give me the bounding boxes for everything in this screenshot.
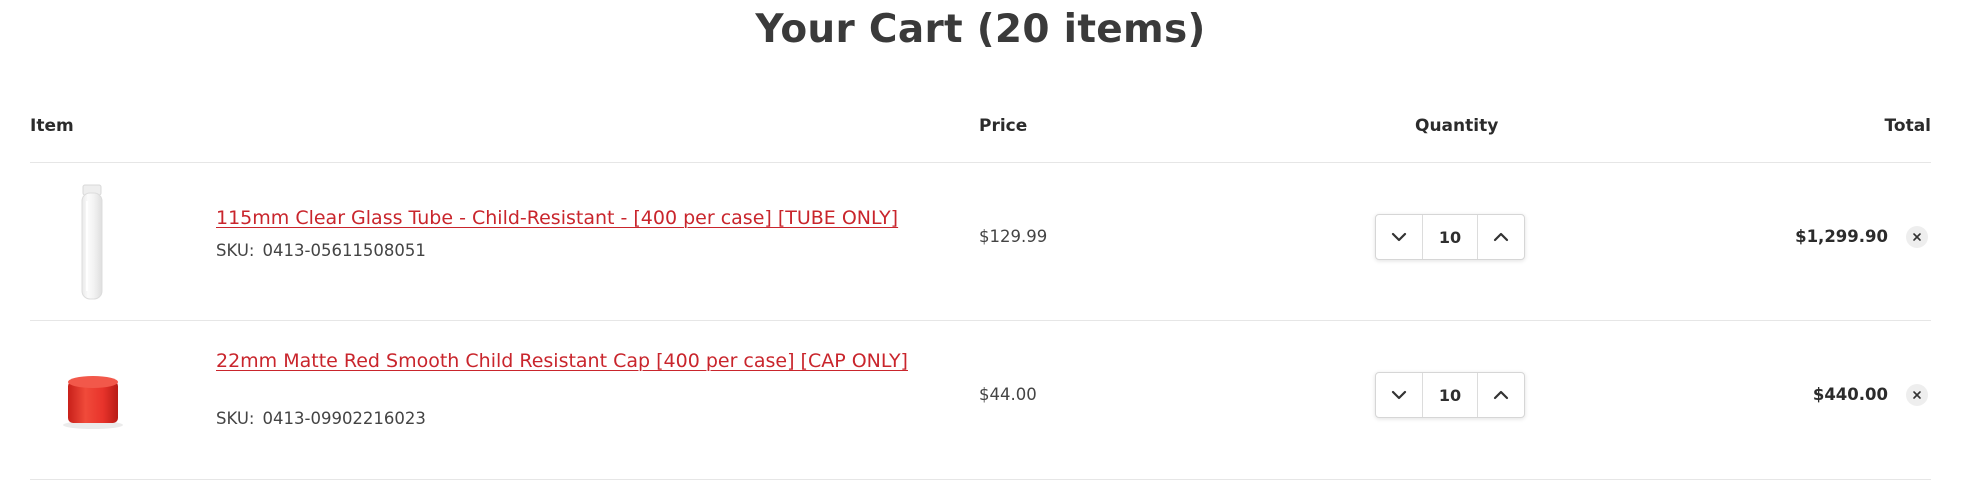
product-name-link[interactable]: 115mm Clear Glass Tube - Child-Resistant… [216,206,976,231]
chevron-up-icon [1493,390,1509,400]
sku-value: 0413-09902216023 [262,409,426,428]
column-header-item: Item [30,116,74,136]
column-header-price: Price [979,116,1028,136]
chevron-down-icon [1391,390,1407,400]
sku-value: 0413-05611508051 [262,241,426,260]
remove-item-button[interactable] [1906,384,1928,406]
decrease-quantity-button[interactable] [1376,373,1422,417]
increase-quantity-button[interactable] [1478,373,1524,417]
product-sku: SKU: 0413-05611508051 [216,241,426,260]
line-total: $1,299.90 [1795,227,1888,246]
remove-item-button[interactable] [1906,226,1928,248]
product-name-link[interactable]: 22mm Matte Red Smooth Child Resistant Ca… [216,349,976,374]
quantity-stepper: 10 [1375,372,1525,418]
quantity-value[interactable]: 10 [1422,373,1478,417]
column-header-quantity: Quantity [1415,116,1499,136]
cart-row: 115mm Clear Glass Tube - Child-Resistant… [0,163,1961,321]
product-thumbnail[interactable] [30,321,155,479]
sku-label: SKU: [216,409,255,428]
page-title: Your Cart (20 items) [755,7,1206,52]
clear-glass-tube-image [81,184,103,300]
line-total: $440.00 [1812,385,1888,404]
unit-price: $44.00 [979,385,1037,404]
unit-price: $129.99 [979,227,1048,246]
red-cap-image [63,376,123,429]
increase-quantity-button[interactable] [1478,215,1524,259]
column-header-total: Total [1884,116,1931,136]
quantity-value[interactable]: 10 [1422,215,1478,259]
product-sku: SKU: 0413-09902216023 [216,409,426,428]
cart-row: 22mm Matte Red Smooth Child Resistant Ca… [0,321,1961,479]
close-icon [1913,233,1921,241]
quantity-stepper: 10 [1375,214,1525,260]
row-divider [30,479,1931,480]
sku-label: SKU: [216,241,255,260]
chevron-up-icon [1493,232,1509,242]
product-thumbnail[interactable] [30,163,155,321]
decrease-quantity-button[interactable] [1376,215,1422,259]
chevron-down-icon [1391,232,1407,242]
close-icon [1913,391,1921,399]
